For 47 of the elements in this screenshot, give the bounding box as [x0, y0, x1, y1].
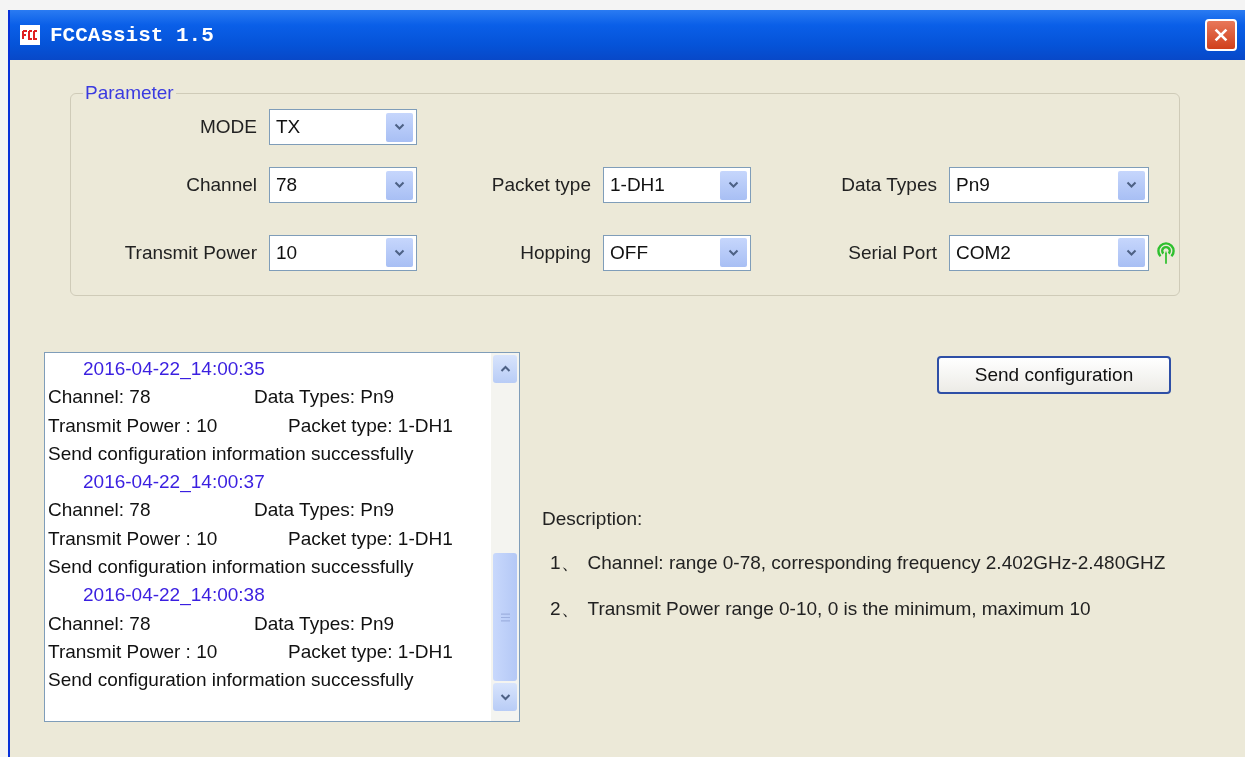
field-label: Channel: [186, 174, 257, 196]
scrollbar[interactable]: [491, 353, 519, 721]
description-text: Transmit Power range 0-10, 0 is the minimum, maximum 10: [587, 598, 1091, 619]
dropdown[interactable]: COM2: [949, 234, 1149, 271]
log-line: Channel: 78: [48, 498, 152, 523]
dropdown[interactable]: TX: [269, 109, 417, 145]
field-label: Packet type: [491, 174, 591, 196]
scroll-thumb[interactable]: [493, 553, 517, 681]
item-number: 2、: [550, 598, 580, 619]
dropdown[interactable]: Pn9: [949, 167, 1149, 203]
log-line: Send configuration information successfully: [48, 555, 415, 580]
dropdown[interactable]: 1-DH1: [603, 167, 751, 203]
app-icon: [20, 25, 40, 45]
log-line: Channel: 78: [48, 611, 152, 636]
field-label: Transmit Power: [124, 241, 257, 264]
log-line: Data Types: Pn9: [254, 385, 395, 410]
log-timestamp: 2016-04-22_14:00:38: [82, 583, 266, 608]
field-label: Serial Port: [848, 241, 937, 264]
close-button[interactable]: [1205, 19, 1237, 51]
dropdown[interactable]: OFF: [603, 234, 751, 271]
log-line: Send configuration information successfully: [48, 441, 415, 466]
log-line: Data Types: Pn9: [254, 498, 395, 523]
log-timestamp: 2016-04-22_14:00:37: [82, 470, 266, 495]
log-line: Data Types: Pn9: [254, 611, 395, 636]
log-line: Packet type: 1-DH1: [288, 639, 453, 664]
description-text: Channel: range 0-78, corresponding frequency 2.402GHz-2.480GHZ: [587, 552, 1166, 573]
log-line: Transmit Power : 10: [48, 413, 219, 438]
field-label: Data Types: [841, 174, 937, 196]
item-number: 1、: [550, 552, 580, 573]
scroll-down-button[interactable]: [493, 683, 517, 711]
log-line: Packet type: 1-DH1: [288, 526, 453, 551]
log-timestamp: 2016-04-22_14:00:35: [82, 357, 266, 382]
group-title: Parameter: [84, 82, 175, 104]
log-line: Transmit Power : 10: [48, 526, 219, 551]
log-line: Send configuration information successfully: [48, 668, 415, 693]
description-title: Description:: [542, 508, 644, 530]
log-line: Channel: 78: [48, 385, 152, 410]
window-title: FCCAssist 1.5: [50, 23, 215, 47]
log-line: Transmit Power : 10: [48, 639, 219, 664]
log-line: Packet type: 1-DH1: [288, 413, 453, 438]
dropdown[interactable]: 78: [269, 167, 417, 203]
field-label: Hopping: [520, 241, 591, 264]
field-label: MODE: [200, 116, 257, 138]
close-icon[interactable]: [1212, 26, 1230, 44]
scroll-up-button[interactable]: [493, 355, 517, 383]
send-configuration-button[interactable]: Send configuration: [937, 356, 1171, 394]
dropdown[interactable]: 10: [269, 234, 417, 271]
